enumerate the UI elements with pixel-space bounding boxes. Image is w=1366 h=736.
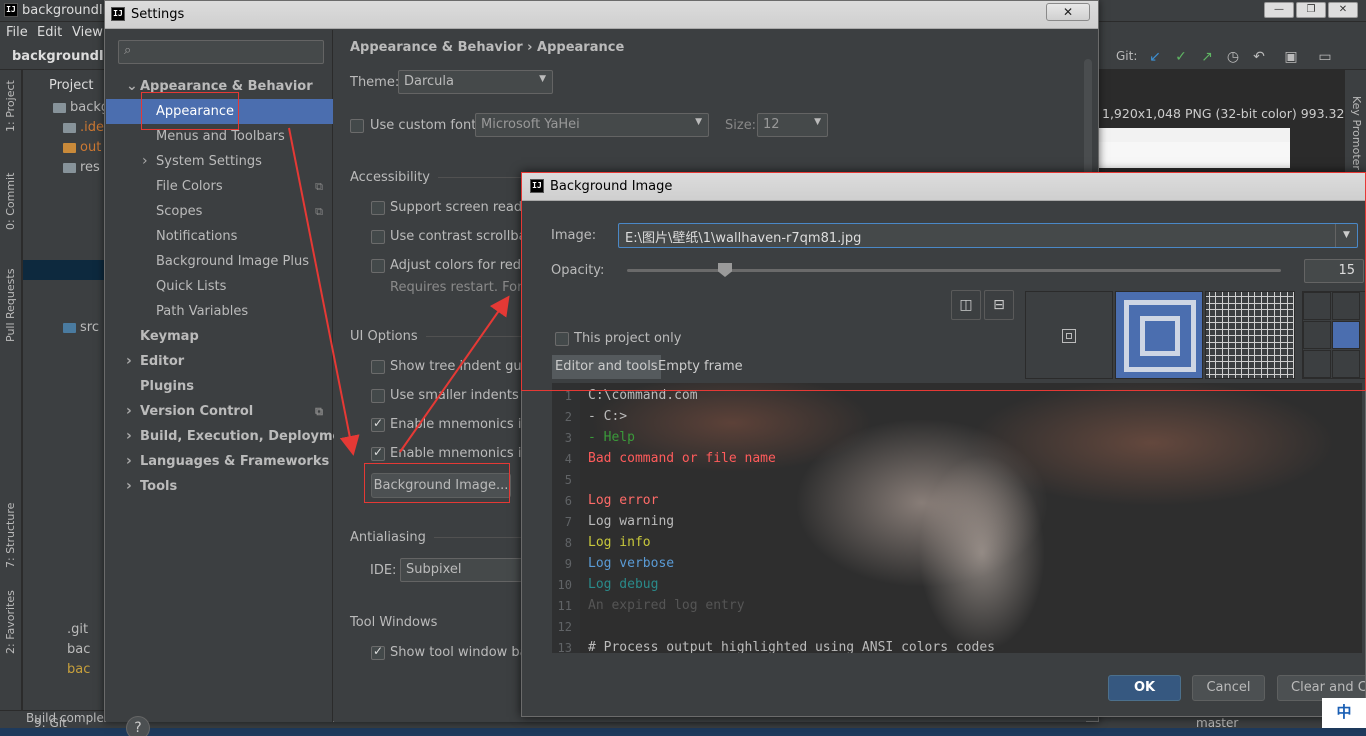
annotation-box [521, 172, 1366, 391]
line-number: 1 [564, 389, 572, 403]
line-number: 2 [564, 410, 572, 424]
code-line: Log verbose [588, 556, 675, 571]
line-number: 5 [564, 473, 572, 487]
line-number: 11 [557, 599, 572, 613]
code-line: Log warning [588, 514, 675, 529]
arrow-to-button [288, 127, 360, 456]
line-number: 3 [564, 431, 572, 445]
code-line: Log info [588, 535, 651, 550]
code-line: # Process output highlighted using ANSI … [588, 640, 995, 653]
ok-button[interactable]: OK [1108, 675, 1181, 701]
code-line: - Help [588, 430, 635, 445]
cancel-button[interactable]: Cancel [1192, 675, 1265, 701]
code-line: Bad command or file name [588, 451, 776, 466]
line-number: 13 [557, 641, 572, 653]
code-line: Log error [588, 493, 659, 508]
line-number: 10 [557, 578, 572, 592]
line-number: 7 [564, 515, 572, 529]
editor-preview: 1 C:\command.com 2- C:> 3- Help 4 Bad command… [552, 383, 1362, 653]
code-line: - C:> [588, 409, 628, 424]
line-number: 6 [564, 494, 572, 508]
line-number: 4 [564, 452, 572, 466]
ime-indicator[interactable]: 中 [1322, 698, 1366, 728]
line-number: 8 [564, 536, 572, 550]
line-number: 12 [557, 620, 572, 634]
line-number: 9 [564, 557, 572, 571]
arrow-to-dialog [399, 295, 510, 453]
code-line: Log debug [588, 577, 659, 592]
code-line: An expired log entry [588, 598, 745, 613]
